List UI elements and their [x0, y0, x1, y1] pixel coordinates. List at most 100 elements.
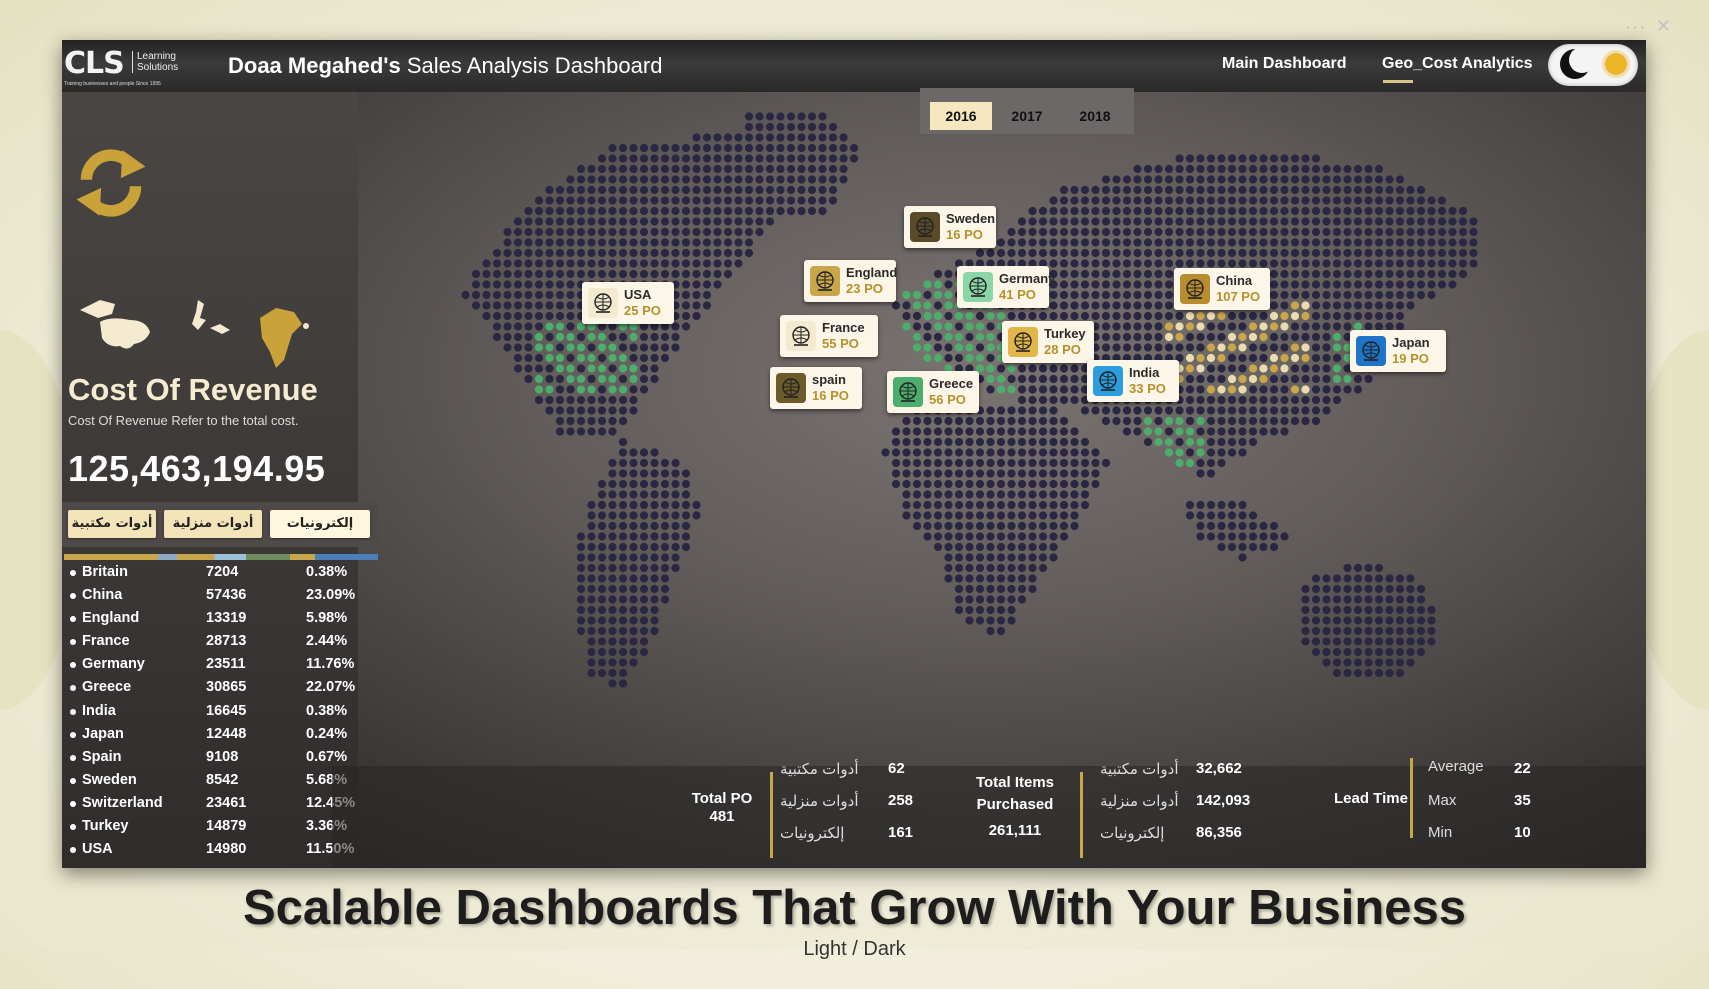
- category-button-home[interactable]: أدوات منزلية: [164, 510, 262, 538]
- country-row[interactable]: Switzerland 23461 12.45%: [62, 793, 378, 816]
- map-dot: [1028, 542, 1037, 552]
- map-dot: [1049, 542, 1058, 552]
- map-dot: [986, 364, 995, 373]
- map-dot: [1196, 395, 1205, 405]
- map-dot: [1385, 217, 1394, 226]
- country-row[interactable]: Greece 30865 22.07%: [62, 677, 378, 700]
- year-button-2017[interactable]: 2017: [996, 102, 1058, 130]
- country-row[interactable]: Turkey 14879 3.36%: [62, 816, 378, 839]
- map-dot: [1007, 437, 1016, 447]
- country-row[interactable]: Japan 12448 0.24%: [62, 724, 378, 747]
- cls-logo: CLS Learning Solutions Training business…: [62, 48, 202, 88]
- map-dot: [1049, 206, 1058, 216]
- map-dot: [576, 584, 586, 594]
- country-row[interactable]: Spain 9108 0.67%: [62, 747, 378, 770]
- map-dot: [1038, 448, 1048, 457]
- map-dot: [629, 574, 638, 583]
- map-dot: [975, 521, 985, 531]
- map-dot: [597, 574, 607, 583]
- map-dot: [1038, 406, 1048, 415]
- map-dot: [1112, 175, 1121, 184]
- map-dot: [1248, 521, 1258, 531]
- map-dot: [902, 322, 911, 331]
- map-dot: [797, 185, 806, 195]
- map-badge-india[interactable]: India 33 PO: [1087, 360, 1179, 402]
- map-badge-spain[interactable]: spain 16 PO: [770, 367, 862, 409]
- lead-row-value: 10: [1514, 824, 1531, 841]
- map-dot: [650, 248, 659, 258]
- map-badge-turkey[interactable]: Turkey 28 PO: [1002, 321, 1094, 363]
- country-row[interactable]: Germany 23511 11.76%: [62, 654, 378, 677]
- country-row[interactable]: India 16645 0.38%: [62, 701, 378, 724]
- map-dot: [1091, 479, 1100, 489]
- category-button-office[interactable]: أدوات مكتبية: [68, 510, 156, 538]
- map-dot: [639, 332, 649, 342]
- map-dot: [1196, 521, 1205, 531]
- map-dot: [713, 175, 722, 184]
- logo-tagline: Training businesses and people Since 199…: [64, 81, 161, 87]
- map-dot: [1175, 196, 1184, 205]
- map-dot: [1322, 322, 1331, 331]
- map-dot: [650, 563, 659, 573]
- map-dot: [692, 280, 701, 289]
- map-dot: [1280, 416, 1289, 426]
- map-dot: [933, 343, 943, 352]
- map-dot: [566, 248, 575, 258]
- year-button-2016[interactable]: 2016: [930, 102, 992, 130]
- map-dot: [818, 154, 827, 163]
- map-dot: [1343, 175, 1352, 184]
- globe-cart-icon: [1356, 336, 1386, 366]
- category-button-electronics[interactable]: إلكترونيات: [270, 510, 370, 538]
- map-dot: [1227, 448, 1237, 457]
- map-badge-china[interactable]: China 107 PO: [1174, 268, 1270, 310]
- theme-toggle[interactable]: [1548, 44, 1638, 86]
- map-dot: [1091, 290, 1100, 300]
- map-dot: [660, 175, 670, 184]
- map-dot: [1122, 427, 1132, 436]
- map-dot: [723, 227, 733, 237]
- map-badge-japan[interactable]: Japan 19 PO: [1350, 330, 1446, 372]
- map-dot: [1301, 322, 1310, 331]
- map-dot: [713, 196, 722, 205]
- refresh-icon[interactable]: [70, 142, 152, 224]
- map-dot: [1227, 427, 1237, 436]
- map-badge-usa[interactable]: USA 25 PO: [582, 282, 674, 324]
- map-dot: [608, 427, 617, 436]
- map-dot: [1395, 280, 1405, 289]
- country-row[interactable]: Sweden 8542 5.68%: [62, 770, 378, 793]
- map-dot: [1143, 437, 1153, 447]
- map-dot: [828, 143, 838, 153]
- map-badge-sweden[interactable]: Sweden 16 PO: [904, 206, 996, 248]
- map-dot: [1196, 227, 1205, 237]
- country-row[interactable]: Britain 7204 0.38%: [62, 562, 378, 585]
- map-dot: [1322, 248, 1331, 258]
- country-row[interactable]: England 13319 5.98%: [62, 608, 378, 631]
- map-badge-greece[interactable]: Greece 56 PO: [887, 371, 979, 413]
- map-dot: [1217, 185, 1226, 195]
- map-dot: [1280, 301, 1289, 310]
- more-icon[interactable]: ···: [1626, 18, 1647, 37]
- nav-geo-cost-analytics[interactable]: Geo_Cost Analytics: [1382, 55, 1533, 73]
- map-badge-england[interactable]: England 23 PO: [804, 260, 897, 302]
- map-dot: [1269, 248, 1279, 258]
- map-dot: [1143, 301, 1153, 310]
- map-badge-germany[interactable]: Germany 41 PO: [957, 266, 1055, 308]
- map-badge-france[interactable]: France 55 PO: [780, 315, 878, 357]
- country-row[interactable]: France 28713 2.44%: [62, 631, 378, 654]
- country-row[interactable]: USA 14980 11.50%: [62, 839, 378, 862]
- nav-main-dashboard[interactable]: Main Dashboard: [1222, 55, 1346, 73]
- map-dot: [608, 175, 617, 184]
- map-dot: [1017, 427, 1027, 436]
- map-dot: [524, 374, 533, 384]
- map-dot: [1269, 332, 1279, 342]
- map-dot: [1269, 175, 1279, 184]
- country-row[interactable]: China 57436 23.09%: [62, 585, 378, 608]
- map-dot: [1217, 437, 1226, 447]
- map-dot: [1385, 196, 1394, 205]
- year-button-2018[interactable]: 2018: [1064, 102, 1126, 130]
- map-dot: [1280, 259, 1289, 268]
- map-dot: [996, 500, 1006, 510]
- map-dot: [1017, 500, 1027, 510]
- close-icon[interactable]: ✕: [1656, 16, 1671, 37]
- map-dot: [1206, 353, 1216, 363]
